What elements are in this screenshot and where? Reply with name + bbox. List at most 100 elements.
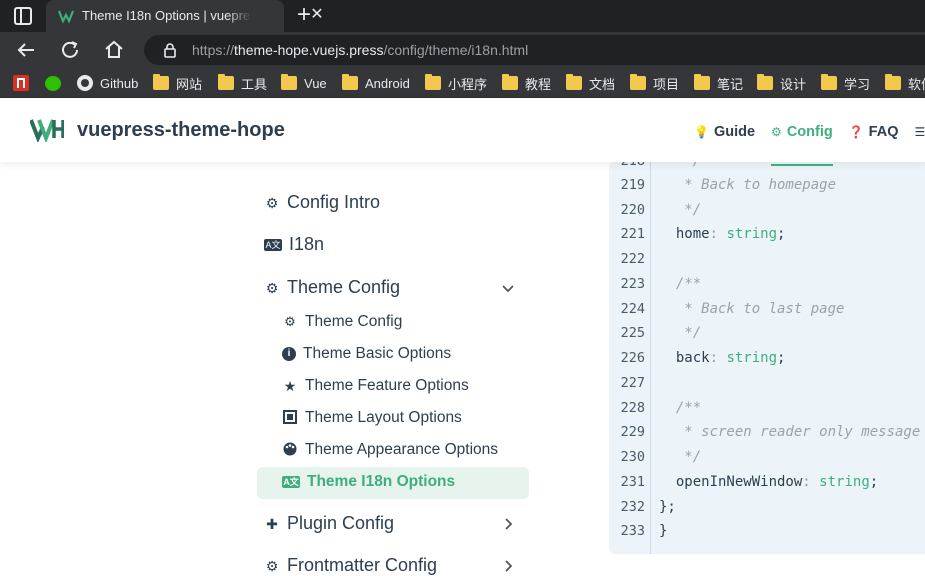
question-circle-icon: ❓ bbox=[848, 125, 864, 139]
sidebar-item-label: Theme Config bbox=[287, 277, 401, 297]
line-number: 227 bbox=[620, 375, 645, 391]
line-number: 219 bbox=[620, 177, 645, 193]
bookmark-label: 网站 bbox=[176, 76, 203, 92]
code-line: */ bbox=[659, 325, 702, 341]
line-number: 223 bbox=[620, 276, 645, 292]
sidebar-item-theme-i18n-options[interactable]: A文 Theme I18n Options bbox=[282, 473, 455, 491]
bookmark-folder[interactable]: Android bbox=[342, 74, 410, 92]
folder-icon bbox=[425, 74, 441, 90]
bookmark-app[interactable] bbox=[13, 74, 36, 92]
nav-link-label: FAQ bbox=[868, 124, 899, 140]
bookmark-folder[interactable]: Vue bbox=[281, 74, 327, 92]
code-line: }; bbox=[659, 499, 676, 515]
address-bar[interactable]: https://theme-hope.vuejs.press/config/th… bbox=[144, 35, 925, 65]
browser-tab[interactable]: Theme I18n Options | vuepress-theme-hope… bbox=[46, 0, 324, 32]
site-logo-icon[interactable] bbox=[30, 118, 64, 142]
bookmark-label: 学习 bbox=[844, 76, 871, 92]
bookmark-folder[interactable]: 工具 bbox=[218, 74, 267, 92]
layout-icon bbox=[282, 410, 298, 426]
line-number: 218 bbox=[615, 162, 645, 169]
bookmark-label: Vue bbox=[304, 75, 327, 91]
sidebar-item-label: Plugin Config bbox=[287, 513, 395, 533]
sidebar-item-theme-appearance-options[interactable]: Theme Appearance Options bbox=[282, 441, 498, 459]
sidebar-item-theme-config[interactable]: ⚙ Theme Config bbox=[282, 313, 402, 331]
sidebar-item-label: Theme Basic Options bbox=[303, 345, 452, 362]
folder-icon bbox=[630, 74, 646, 90]
home-icon[interactable] bbox=[102, 38, 126, 62]
line-number: 225 bbox=[620, 325, 645, 341]
sidebar-item-theme-basic-options[interactable]: i Theme Basic Options bbox=[282, 345, 451, 363]
bookmark-folder[interactable]: 网站 bbox=[153, 74, 202, 92]
bookmark-wechat[interactable] bbox=[45, 74, 68, 92]
chevron-right-icon[interactable] bbox=[500, 517, 516, 533]
code-line: home: string; bbox=[659, 226, 786, 242]
bookmark-github[interactable]: Github bbox=[77, 74, 138, 92]
sidebar-item-config-intro[interactable]: ⚙ Config Intro bbox=[264, 192, 380, 213]
nav-link-cookbook[interactable]: ☰ C bbox=[914, 122, 925, 142]
bookmark-folder[interactable]: 教程 bbox=[502, 74, 551, 92]
sidebar-item-label: Theme I18n Options bbox=[307, 473, 456, 490]
browser-tab-bar: Theme I18n Options | vuepress-theme-hope… bbox=[0, 0, 925, 32]
gears-icon: ⚙ bbox=[265, 279, 279, 296]
line-number: 229 bbox=[620, 424, 645, 440]
lightbulb-icon: 💡 bbox=[694, 125, 709, 139]
sliders-icon: ☰ bbox=[914, 125, 925, 139]
bookmark-folder[interactable]: 项目 bbox=[630, 74, 679, 92]
sidebar-group-theme-config[interactable]: ⚙ Theme Config bbox=[264, 277, 400, 298]
url-scheme: https:// bbox=[192, 42, 235, 58]
palette-icon bbox=[282, 442, 298, 458]
sidebar-item-theme-layout-options[interactable]: Theme Layout Options bbox=[282, 409, 462, 427]
url-text[interactable]: https://theme-hope.vuejs.press/config/th… bbox=[192, 42, 528, 58]
bookmark-folder[interactable]: 软件 bbox=[885, 74, 925, 92]
folder-icon bbox=[502, 74, 518, 90]
sidebar-item-i18n[interactable]: A文 I18n bbox=[264, 234, 324, 255]
site-name[interactable]: vuepress-theme-hope bbox=[77, 119, 285, 142]
language-icon: A文 bbox=[282, 476, 300, 488]
tab-actions-icon[interactable] bbox=[14, 7, 32, 25]
new-tab-icon[interactable]: + bbox=[293, 3, 315, 27]
nav-link-label: Config bbox=[786, 124, 833, 140]
line-number: 230 bbox=[620, 449, 645, 465]
sidebar-item-label: Theme Appearance Options bbox=[305, 441, 499, 458]
back-icon[interactable] bbox=[14, 38, 38, 62]
chevron-down-icon[interactable] bbox=[500, 281, 516, 297]
nav-link-faq[interactable]: ❓ FAQ bbox=[849, 122, 899, 142]
bookmark-label: 文档 bbox=[589, 76, 616, 92]
nav-link-config[interactable]: ⚙ Config bbox=[771, 120, 833, 166]
line-number: 233 bbox=[620, 523, 645, 539]
line-number: 220 bbox=[620, 202, 645, 218]
bookmark-folder[interactable]: 设计 bbox=[757, 74, 806, 92]
tab-title: Theme I18n Options | vuepress-theme-hope bbox=[82, 8, 252, 23]
bookmark-folder[interactable]: 小程序 bbox=[425, 74, 487, 92]
bookmark-folder[interactable]: 文档 bbox=[566, 74, 615, 92]
folder-icon bbox=[757, 74, 773, 90]
sidebar-item-theme-feature-options[interactable]: ★ Theme Feature Options bbox=[282, 377, 469, 395]
app-icon-red bbox=[13, 75, 29, 91]
vuepress-hope-favicon-icon bbox=[58, 10, 74, 24]
code-line: /** bbox=[659, 276, 702, 292]
star-icon: ★ bbox=[283, 378, 297, 394]
folder-icon bbox=[153, 74, 169, 90]
folder-icon bbox=[342, 74, 358, 90]
folder-icon bbox=[694, 74, 710, 90]
site-navbar: vuepress-theme-hope 💡 Guide ⚙ Config ❓ F… bbox=[0, 98, 925, 166]
bookmark-label: Android bbox=[365, 75, 410, 91]
line-number: 221 bbox=[620, 226, 645, 242]
line-number: 222 bbox=[620, 251, 645, 267]
sidebar-item-label: Theme Feature Options bbox=[305, 377, 469, 394]
code-line: /** bbox=[659, 400, 702, 416]
sidebar-group-plugin-config[interactable]: ✚ Plugin Config bbox=[264, 513, 394, 534]
bookmark-label: 小程序 bbox=[448, 76, 488, 92]
bookmark-folder[interactable]: 学习 bbox=[821, 74, 870, 92]
bookmark-label: 软件 bbox=[908, 76, 925, 92]
url-path: /config/theme/i18n.html bbox=[383, 42, 529, 58]
nav-link-guide[interactable]: 💡 Guide bbox=[694, 122, 755, 142]
bookmark-folder[interactable]: 笔记 bbox=[694, 74, 743, 92]
line-number: 228 bbox=[620, 400, 645, 416]
bookmark-label: 设计 bbox=[780, 76, 807, 92]
sidebar-item-label: Theme Layout Options bbox=[305, 409, 462, 426]
lock-icon[interactable] bbox=[162, 42, 178, 58]
bookmark-label: 工具 bbox=[241, 76, 268, 92]
sidebar: ⚙ Config Intro A文 I18n ⚙ Theme Config ⚙ … bbox=[0, 162, 608, 575]
reload-icon[interactable] bbox=[58, 38, 82, 62]
